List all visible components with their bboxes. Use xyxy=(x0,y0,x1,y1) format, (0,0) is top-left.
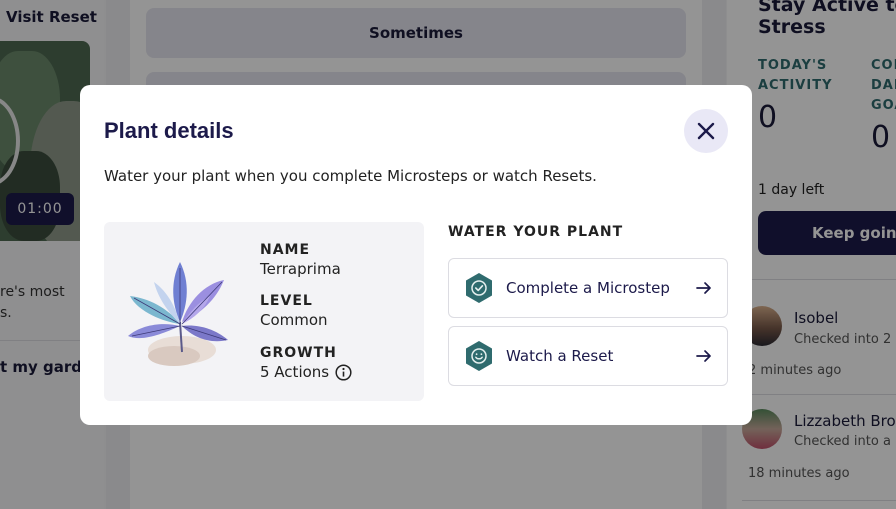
plant-illustration xyxy=(128,262,228,366)
arrow-right-icon xyxy=(696,350,711,362)
plant-growth-row: 5 Actions xyxy=(260,362,352,382)
modal-title: Plant details xyxy=(104,118,234,143)
modal-description: Water your plant when you complete Micro… xyxy=(104,167,597,185)
plant-level-label: LEVEL xyxy=(260,293,313,309)
action-label: Watch a Reset xyxy=(506,347,614,365)
close-button[interactable] xyxy=(684,109,728,153)
water-your-plant-heading: WATER YOUR PLANT xyxy=(448,224,624,240)
complete-microstep-button[interactable]: Complete a Microstep xyxy=(448,258,728,318)
plant-growth-label: GROWTH xyxy=(260,345,337,361)
plant-details-modal: Plant details Water your plant when you … xyxy=(80,85,752,425)
close-icon xyxy=(697,122,715,140)
checkmark-hexagon-icon xyxy=(466,273,492,303)
plant-name: NAME Terraprima xyxy=(260,241,341,279)
plant-growth: GROWTH 5 Actions xyxy=(260,344,352,382)
plant-level: LEVEL Common xyxy=(260,292,328,330)
watch-reset-button[interactable]: Watch a Reset xyxy=(448,326,728,386)
plant-level-value: Common xyxy=(260,311,328,329)
arrow-right-icon xyxy=(696,282,711,294)
plant-name-label: NAME xyxy=(260,242,311,258)
plant-growth-value: 5 Actions xyxy=(260,363,330,381)
info-icon[interactable] xyxy=(335,363,352,381)
action-label: Complete a Microstep xyxy=(506,279,670,297)
plant-info-card: NAME Terraprima LEVEL Common GROWTH 5 Ac… xyxy=(104,222,424,401)
plant-name-value: Terraprima xyxy=(260,260,341,278)
smiley-hexagon-icon xyxy=(466,341,492,371)
